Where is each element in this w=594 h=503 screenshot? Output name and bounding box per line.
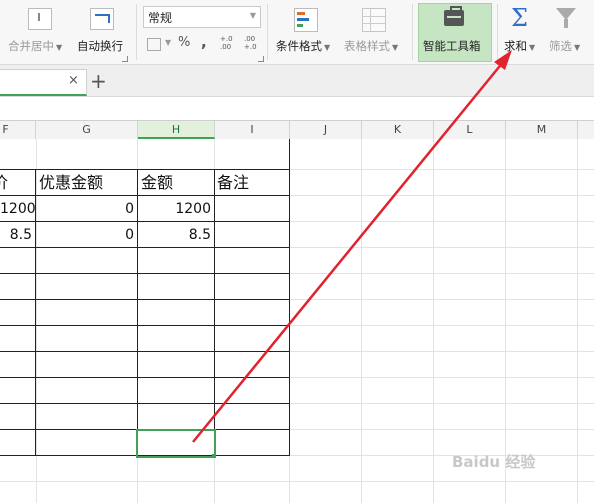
- arrow-line: [192, 55, 509, 443]
- arrow-head: [494, 50, 512, 70]
- red-arrow-annotation: [192, 50, 512, 443]
